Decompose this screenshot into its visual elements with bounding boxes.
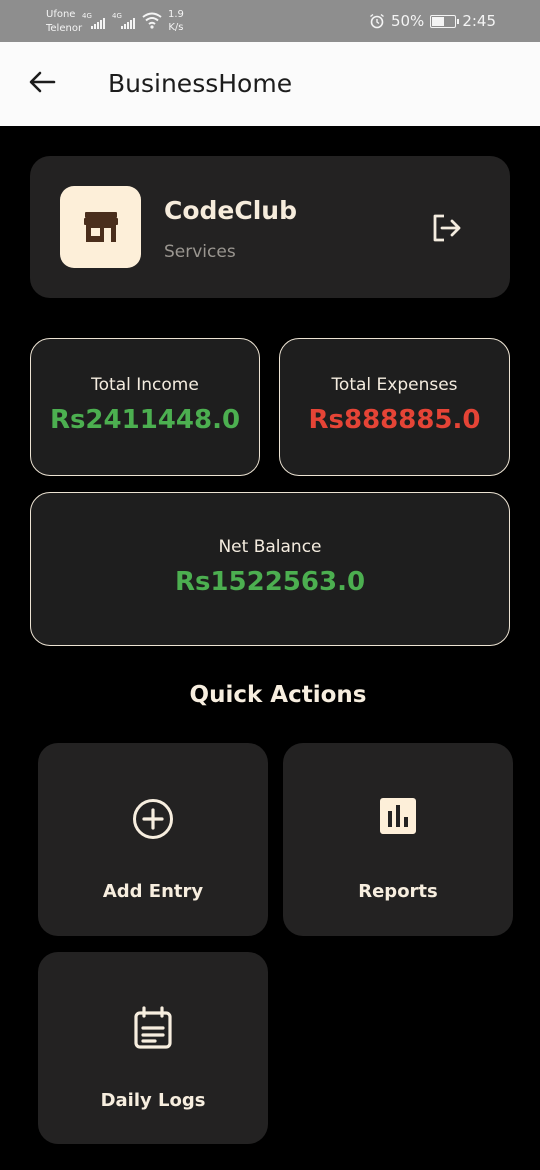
reports-label: Reports [358,881,438,902]
status-bar: Ufone Telenor 4G 4G 1.9 K/s 50% 2:45 [0,0,540,42]
carrier-1: Ufone [46,9,76,20]
network-speed: 1.9 K/s [168,8,184,34]
total-income-label: Total Income [91,375,199,395]
net-balance-value: Rs1522563.0 [174,567,366,597]
business-name: CodeClub [164,196,297,225]
bar-chart-icon [380,798,416,834]
total-income-card: Total Income Rs2411448.0 [30,338,260,476]
page-title: BusinessHome [108,69,293,98]
business-category: Services [164,242,236,262]
business-card: CodeClub Services [30,156,510,298]
app-bar: BusinessHome [0,42,540,126]
store-icon [83,212,118,242]
battery-icon [430,14,460,28]
carrier-names: Ufone Telenor [46,8,82,36]
alarm-icon [370,13,384,29]
back-arrow-icon[interactable] [24,64,60,100]
net-balance-card: Net Balance Rs1522563.0 [30,492,510,646]
logout-icon [433,214,461,242]
logout-button[interactable] [428,210,464,246]
signal-icon: 4G [112,12,136,30]
total-expenses-label: Total Expenses [331,375,458,395]
daily-logs-label: Daily Logs [100,1090,206,1111]
quick-actions-title: Quick Actions [189,682,367,708]
total-income-value: Rs2411448.0 [49,405,241,435]
signal-indicators: 4G 4G [82,12,136,30]
signal-icon: 4G [82,12,106,30]
reports-button[interactable]: Reports [283,743,513,936]
daily-logs-button[interactable]: Daily Logs [38,952,268,1144]
add-entry-label: Add Entry [102,881,204,902]
carrier-2: Telenor [46,23,83,34]
battery-percent: 50% [390,12,425,30]
net-balance-label: Net Balance [218,537,322,557]
business-avatar [60,186,141,268]
speed-unit: K/s [168,22,184,33]
add-entry-button[interactable]: Add Entry [38,743,268,936]
speed-value: 1.9 [168,9,184,20]
total-expenses-card: Total Expenses Rs888885.0 [279,338,510,476]
calendar-note-icon [134,1006,172,1049]
total-expenses-value: Rs888885.0 [308,405,481,435]
add-circle-icon [133,799,173,839]
wifi-icon [142,12,162,29]
clock: 2:45 [462,12,496,30]
